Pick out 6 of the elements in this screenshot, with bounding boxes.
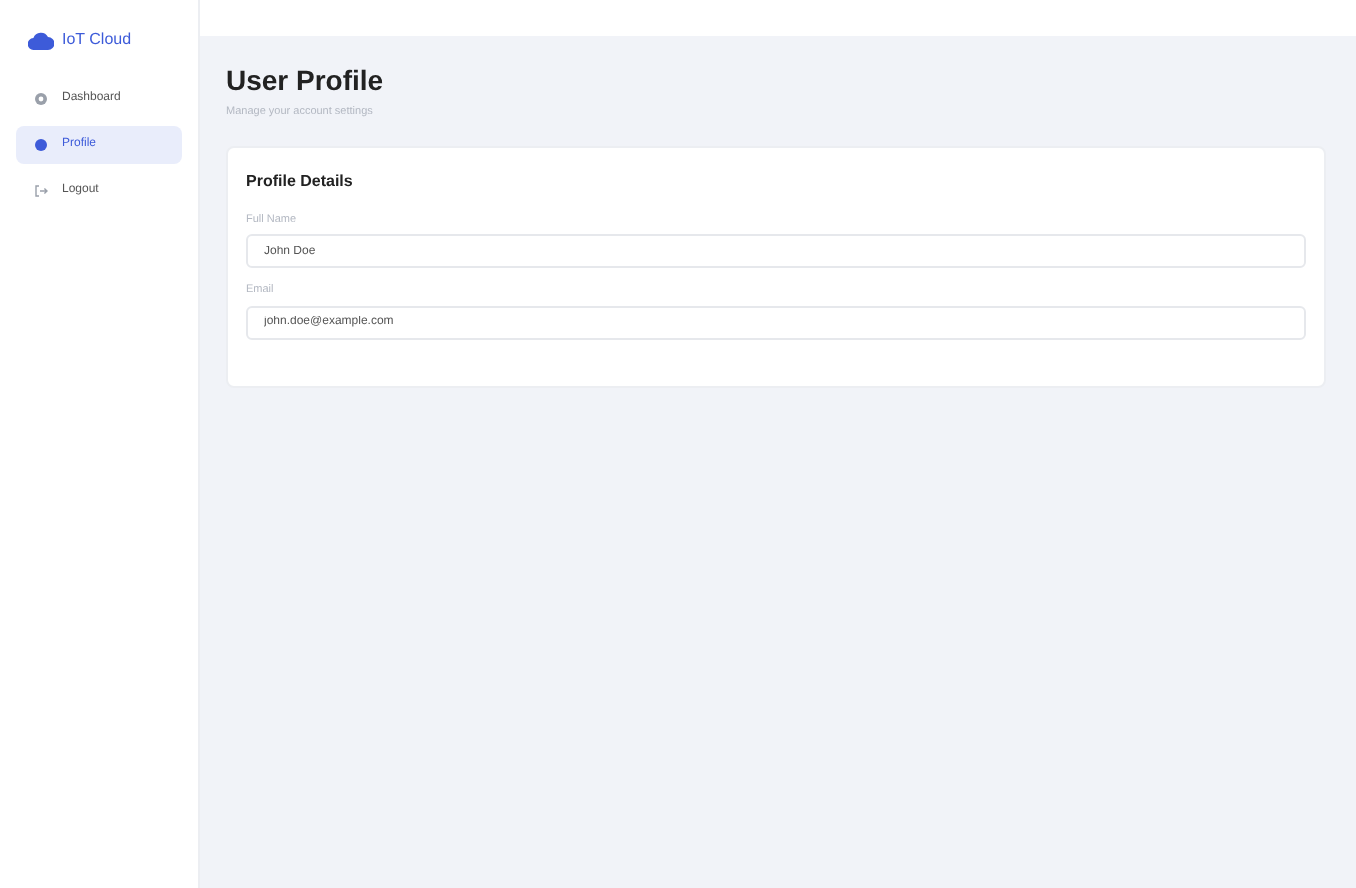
dot-icon	[34, 138, 48, 152]
page-title: User Profile	[226, 64, 386, 98]
card-title: Profile Details	[246, 170, 355, 195]
cloud-icon	[28, 31, 54, 49]
brand-name: IoT Cloud	[62, 28, 132, 52]
logout-icon	[34, 184, 48, 198]
